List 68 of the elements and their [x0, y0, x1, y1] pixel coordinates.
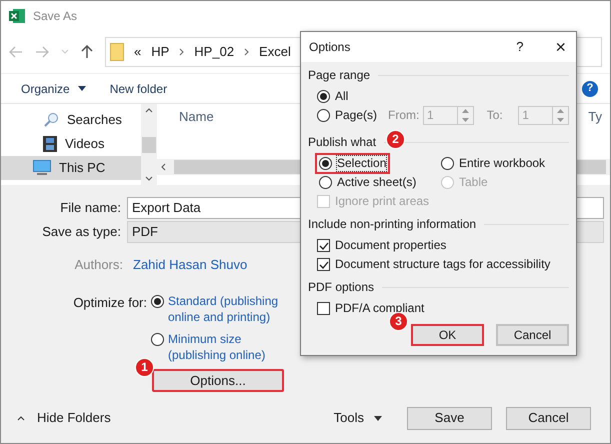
up-arrow-icon[interactable]	[81, 45, 93, 59]
chevron-right-icon	[179, 48, 184, 56]
step-badge: 3	[389, 312, 408, 331]
folder-tree-item[interactable]: Videos	[1, 132, 141, 156]
chevron-up-icon[interactable]	[145, 108, 153, 113]
radio-label[interactable]: Minimum size (publishing online)	[168, 330, 294, 362]
radio-label[interactable]: Selection	[337, 156, 386, 171]
chevron-right-icon	[244, 48, 250, 56]
group-title: PDF options	[308, 280, 374, 295]
spinner-label: To:	[486, 108, 504, 123]
dialog-button[interactable]: Save	[407, 406, 492, 430]
radio-button[interactable]	[151, 332, 164, 346]
column-header[interactable]: Ty	[588, 107, 602, 127]
group-title: Publish what	[308, 135, 376, 150]
field-label: Save as type:	[41, 223, 121, 242]
close-button[interactable]: ×	[555, 38, 566, 56]
folder-tree-item[interactable]: This PC	[1, 156, 141, 180]
film-icon	[43, 136, 57, 152]
new-folder-button[interactable]: New folder	[110, 80, 168, 98]
radio-label[interactable]: Standard (publishing online and printing)	[168, 292, 294, 324]
dialog-button[interactable]: Cancel	[496, 324, 569, 346]
vertical-scrollbar[interactable]	[141, 104, 157, 185]
radio-button[interactable]	[319, 157, 332, 170]
checkbox[interactable]	[317, 239, 330, 252]
group-title: Include non-printing information	[308, 217, 476, 232]
options-button[interactable]: Options...	[152, 368, 284, 392]
group-title: Page range	[308, 68, 370, 83]
column-header[interactable]: Name	[179, 107, 214, 127]
breadcrumb-item[interactable]: HP_02	[194, 42, 234, 62]
step-badge: 1	[135, 358, 154, 376]
dialog-title: Options	[309, 39, 350, 56]
caret-down-icon	[374, 416, 382, 420]
checkbox-label[interactable]: Document properties	[335, 238, 446, 253]
field-label: Authors:	[74, 256, 123, 274]
field-label: Optimize for:	[72, 294, 147, 312]
window-title: Save As	[33, 8, 78, 25]
spinner-label: From:	[388, 108, 418, 123]
chevron-up-icon	[17, 416, 25, 420]
help-button[interactable]: ?	[516, 37, 524, 57]
hide-folders-button[interactable]: Hide Folders	[17, 408, 111, 428]
checkbox[interactable]	[317, 302, 330, 315]
dialog-button[interactable]: OK	[411, 324, 484, 346]
tools-menu[interactable]: Tools	[334, 408, 382, 428]
radio-label[interactable]: Entire workbook	[459, 156, 546, 171]
chevron-left-icon[interactable]	[161, 163, 166, 171]
field-label: File name:	[59, 199, 121, 218]
radio-button[interactable]	[151, 294, 164, 308]
organize-menu[interactable]: Organize	[21, 80, 86, 98]
step-badge: 2	[386, 130, 405, 149]
search-icon	[43, 112, 59, 128]
scroll-thumb[interactable]	[142, 136, 156, 152]
folder-tree-item[interactable]: Searches	[1, 108, 141, 132]
radio-button[interactable]	[319, 176, 332, 189]
checkbox[interactable]	[317, 258, 330, 271]
spreadsheet-app-icon	[9, 8, 25, 24]
monitor-icon	[33, 160, 51, 176]
folder-icon	[110, 43, 124, 61]
authors-link[interactable]: Zahid Hasan Shuvo	[133, 255, 248, 274]
breadcrumb-item[interactable]: HP	[151, 42, 170, 62]
checkbox-label[interactable]: Document structure tags for accessibility	[335, 257, 550, 272]
overflow-chevron[interactable]: «	[134, 42, 142, 62]
caret-down-icon	[78, 86, 86, 91]
help-icon[interactable]: ?	[582, 80, 598, 96]
radio-label[interactable]: Active sheet(s)	[337, 175, 416, 190]
chevron-down-icon[interactable]	[145, 176, 153, 181]
radio-button[interactable]	[441, 157, 454, 170]
breadcrumb-item[interactable]: Excel	[259, 42, 291, 62]
dialog-button[interactable]: Cancel	[506, 406, 591, 430]
